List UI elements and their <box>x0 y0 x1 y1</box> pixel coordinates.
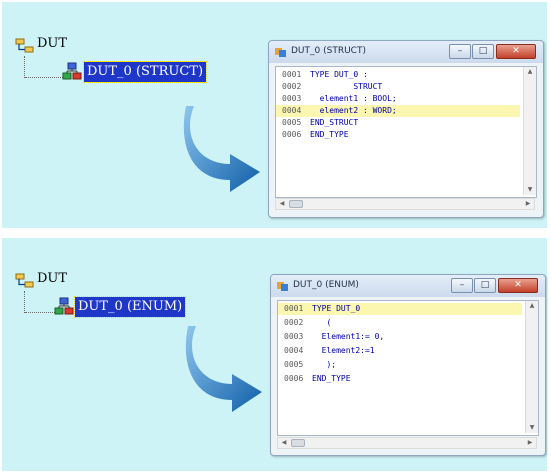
window-titlebar[interactable]: DUT_0 (ENUM) – □ ✕ <box>271 275 545 297</box>
code-line: 0002 ( <box>278 317 522 329</box>
code-text: ( <box>312 318 332 327</box>
line-number: 0003 <box>284 332 304 341</box>
enum-example-panel: DUT DUT_0 (ENUM) DUT_0 (ENUM) – □ ✕ 0001… <box>2 238 547 471</box>
enum-editor-window: DUT_0 (ENUM) – □ ✕ 0001 TYPE DUT_0 0002 (… <box>270 274 546 456</box>
code-editor[interactable]: 0001 TYPE DUT_0 : 0002 STRUCT 0003 elemen… <box>275 66 537 198</box>
maximize-button[interactable]: □ <box>474 278 496 293</box>
app-icon <box>275 48 286 57</box>
window-titlebar[interactable]: DUT_0 (STRUCT) – □ ✕ <box>269 41 543 63</box>
app-icon <box>277 282 288 291</box>
code-line: 0003 element1 : BOOL; <box>276 93 520 105</box>
line-number: 0004 <box>284 346 304 355</box>
window-title: DUT_0 (ENUM) <box>293 280 359 290</box>
tree-connector <box>24 56 25 78</box>
code-line-highlighted: 0001 TYPE DUT_0 <box>278 303 522 315</box>
scroll-right-icon[interactable]: ▶ <box>523 199 533 209</box>
line-number: 0005 <box>282 118 302 127</box>
vertical-scrollbar[interactable]: ▲ ▼ <box>523 67 536 195</box>
line-number: 0001 <box>284 304 304 313</box>
line-number: 0006 <box>282 130 302 139</box>
tree-root-label: DUT <box>37 271 68 286</box>
tree-item-dut-enum[interactable]: DUT_0 (ENUM) <box>73 296 187 318</box>
code-text: element1 : BOOL; <box>310 94 397 103</box>
close-icon: ✕ <box>514 280 522 290</box>
code-text: element2 : WORD; <box>310 106 397 115</box>
window-title: DUT_0 (STRUCT) <box>291 46 366 56</box>
tree-root-label: DUT <box>37 36 68 51</box>
minimize-icon: – <box>457 46 463 56</box>
line-number: 0002 <box>284 318 304 327</box>
scroll-up-icon[interactable]: ▲ <box>524 67 536 77</box>
code-text: END_TYPE <box>310 130 349 139</box>
line-number: 0001 <box>282 70 302 79</box>
code-line: 0005 ); <box>278 359 522 371</box>
enum-type-icon <box>54 297 74 315</box>
line-number: 0002 <box>282 82 302 91</box>
struct-example-panel: DUT DUT_0 (STRUCT) DUT_0 (STRUCT) – □ ✕ <box>2 2 547 228</box>
code-line: 0004 Element2:=1 <box>278 345 522 357</box>
scroll-left-icon[interactable]: ◀ <box>277 199 287 209</box>
minimize-button[interactable]: – <box>449 44 471 59</box>
tree-connector <box>25 312 55 313</box>
scrollbar-thumb[interactable] <box>291 439 305 447</box>
folder-tree-icon <box>15 273 34 288</box>
scroll-down-icon[interactable]: ▼ <box>526 423 538 433</box>
struct-editor-window: DUT_0 (STRUCT) – □ ✕ 0001 TYPE DUT_0 : 00… <box>268 40 544 218</box>
code-text: STRUCT <box>310 82 383 91</box>
code-text: TYPE DUT_0 <box>312 304 361 313</box>
minimize-icon: – <box>459 280 465 290</box>
code-line: 0006 END_TYPE <box>276 129 520 141</box>
code-text: TYPE DUT_0 : <box>310 70 368 79</box>
curved-arrow-icon <box>183 106 260 192</box>
horizontal-scrollbar[interactable]: ◀ ▶ <box>277 437 537 449</box>
scroll-left-icon[interactable]: ◀ <box>279 438 289 448</box>
minimize-button[interactable]: – <box>451 278 473 293</box>
code-line: 0001 TYPE DUT_0 : <box>276 69 520 81</box>
close-icon: ✕ <box>512 46 520 56</box>
maximize-icon: □ <box>480 280 490 290</box>
scrollbar-thumb[interactable] <box>289 200 303 208</box>
code-text: END_STRUCT <box>310 118 359 127</box>
code-line: 0006 END_TYPE <box>278 373 522 385</box>
maximize-button[interactable]: □ <box>472 44 494 59</box>
scroll-down-icon[interactable]: ▼ <box>524 185 536 195</box>
tree-item-dut-struct[interactable]: DUT_0 (STRUCT) <box>82 61 208 83</box>
code-text: ); <box>312 360 337 369</box>
folder-tree-icon <box>15 38 34 53</box>
line-number: 0006 <box>284 374 304 383</box>
struct-type-icon <box>62 62 82 80</box>
code-text: END_TYPE <box>312 374 351 383</box>
line-number: 0003 <box>282 94 302 103</box>
code-text: Element2:=1 <box>312 346 375 355</box>
tree-connector <box>25 77 63 78</box>
vertical-scrollbar[interactable]: ▲ ▼ <box>525 301 538 433</box>
tree-connector <box>24 291 25 313</box>
code-line: 0002 STRUCT <box>276 81 520 93</box>
scroll-up-icon[interactable]: ▲ <box>526 301 538 311</box>
line-number: 0005 <box>284 360 304 369</box>
code-line-highlighted: 0004 element2 : WORD; <box>276 105 520 117</box>
code-text: Element1:= 0, <box>312 332 385 341</box>
close-button[interactable]: ✕ <box>496 44 536 59</box>
code-line: 0003 Element1:= 0, <box>278 331 522 343</box>
horizontal-scrollbar[interactable]: ◀ ▶ <box>275 198 535 210</box>
code-editor[interactable]: 0001 TYPE DUT_0 0002 ( 0003 Element1:= 0,… <box>277 300 539 436</box>
line-number: 0004 <box>282 106 302 115</box>
scroll-right-icon[interactable]: ▶ <box>525 438 535 448</box>
maximize-icon: □ <box>478 46 488 56</box>
close-button[interactable]: ✕ <box>498 278 538 293</box>
curved-arrow-icon <box>185 326 262 412</box>
code-line: 0005 END_STRUCT <box>276 117 520 129</box>
